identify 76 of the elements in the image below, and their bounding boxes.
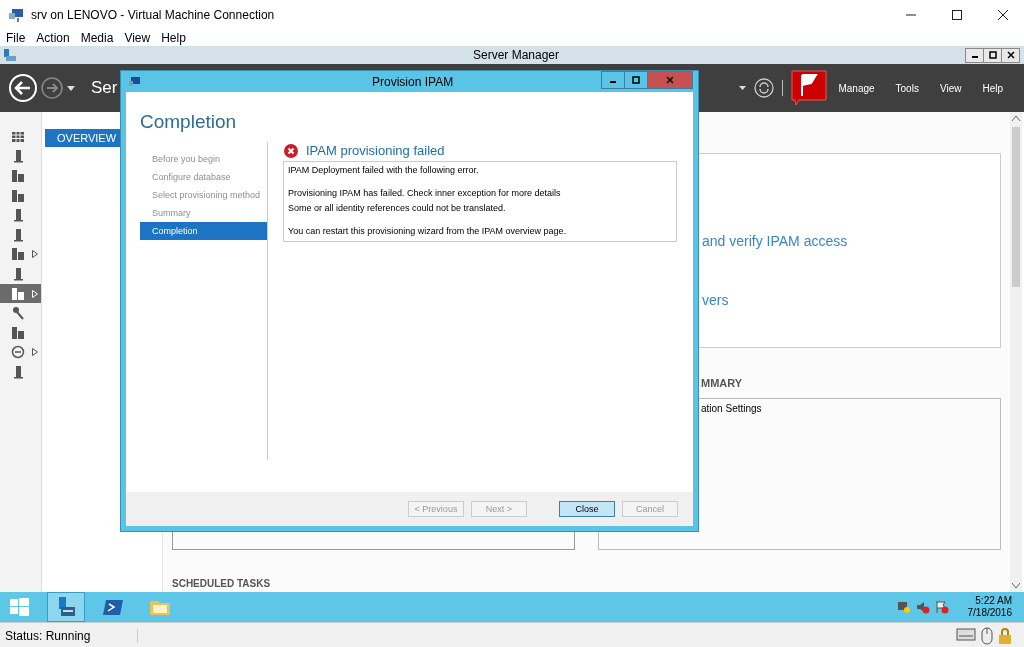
expand-arrow-icon[interactable] xyxy=(32,348,38,357)
server-manager-icon xyxy=(3,48,17,62)
dropdown-caret-icon[interactable] xyxy=(739,86,747,90)
dropdown-caret-icon[interactable] xyxy=(67,85,75,91)
menu-item[interactable]: Help xyxy=(982,82,1003,94)
result-title: IPAM provisioning failed xyxy=(306,143,445,158)
server-icon xyxy=(11,227,25,242)
flag-icon[interactable] xyxy=(791,70,828,106)
servers-icon xyxy=(11,169,25,183)
wizard-step[interactable]: Configure database xyxy=(140,168,267,186)
menu-item[interactable]: Tools xyxy=(895,82,919,94)
wizard-step[interactable]: Before you begin xyxy=(140,150,267,168)
servers-icon xyxy=(11,247,25,262)
close-icon xyxy=(1006,51,1015,59)
wizard-step[interactable]: Completion xyxy=(140,222,267,240)
windows-logo-icon xyxy=(8,596,30,618)
close-icon[interactable] xyxy=(997,9,1009,21)
minimize-button[interactable] xyxy=(601,71,625,89)
close-icon xyxy=(666,76,674,84)
window-title: Server Manager xyxy=(473,48,560,62)
taskbar-button[interactable] xyxy=(47,592,85,622)
circle-icon xyxy=(11,345,25,360)
menu-item[interactable]: View xyxy=(124,31,151,45)
scrollbar[interactable] xyxy=(1010,112,1022,592)
message-text: Some or all identity references could not be translated. xyxy=(288,202,507,215)
close-button[interactable] xyxy=(1001,47,1020,63)
key-icon xyxy=(11,306,25,321)
menu-item[interactable]: View xyxy=(939,82,962,94)
flag-error-icon[interactable] xyxy=(934,600,949,614)
refresh-icon[interactable] xyxy=(754,78,775,98)
menu-item[interactable]: Manage xyxy=(838,82,875,94)
message-text: IPAM Deployment failed with the following error. xyxy=(288,164,480,177)
scrollbar-thumb[interactable] xyxy=(1012,127,1020,287)
window-title: srv on LENOVO - Virtual Machine Connection xyxy=(31,8,275,22)
expand-arrow-icon[interactable] xyxy=(32,250,38,259)
menu-item[interactable]: Media xyxy=(80,31,114,45)
sidebar-item[interactable] xyxy=(0,283,41,304)
dialog-button[interactable]: Close xyxy=(559,501,615,517)
monitor-icon xyxy=(129,76,141,87)
minimize-button[interactable] xyxy=(965,47,984,63)
clock[interactable]: 5:22 AM 7/18/2016 xyxy=(967,595,1012,619)
server-icon xyxy=(11,208,25,223)
wizard-step[interactable]: Select provisioning method xyxy=(140,186,267,204)
network-icon[interactable] xyxy=(896,600,911,614)
monitor-icon xyxy=(9,8,25,22)
dashboard-icon xyxy=(11,129,25,144)
wizard-step[interactable]: Summary xyxy=(140,204,267,222)
servers-icon xyxy=(11,286,25,301)
dialog-title: Provision IPAM xyxy=(372,74,454,89)
maximize-icon[interactable] xyxy=(951,9,963,21)
scroll-up-icon[interactable] xyxy=(1012,116,1020,121)
section-heading: SCHEDULED TASKS xyxy=(172,578,272,589)
message-text: You can restart this provisioning wizard from the IPAM overview page. xyxy=(288,224,568,238)
menu-item[interactable]: Action xyxy=(36,31,70,45)
link[interactable]: and verify IPAM access xyxy=(702,233,1000,249)
servers-icon xyxy=(11,188,25,203)
menu-item[interactable]: File xyxy=(6,31,26,45)
scroll-down-icon[interactable] xyxy=(1012,583,1020,588)
server-icon xyxy=(11,266,25,281)
restore-icon xyxy=(988,51,997,59)
message-text: Provisioning IPAM has failed. Check inner exception for more details xyxy=(288,186,562,200)
status-text: Status: Running xyxy=(0,628,138,643)
section-heading: MMARY xyxy=(701,377,744,389)
mouse-icon[interactable] xyxy=(980,626,994,645)
server-icon xyxy=(11,149,25,164)
padlock-icon[interactable] xyxy=(998,626,1012,645)
error-icon xyxy=(284,143,298,158)
restore-button[interactable] xyxy=(983,47,1002,63)
speaker-muted-icon[interactable] xyxy=(915,600,930,614)
link[interactable]: vers xyxy=(702,292,1000,308)
menu-item[interactable]: Help xyxy=(161,31,186,45)
server-icon xyxy=(11,364,25,379)
servers-icon xyxy=(11,325,25,340)
summary-item: ation Settings xyxy=(701,403,762,414)
maximize-icon xyxy=(632,76,640,84)
page-title: Ser xyxy=(91,78,118,98)
